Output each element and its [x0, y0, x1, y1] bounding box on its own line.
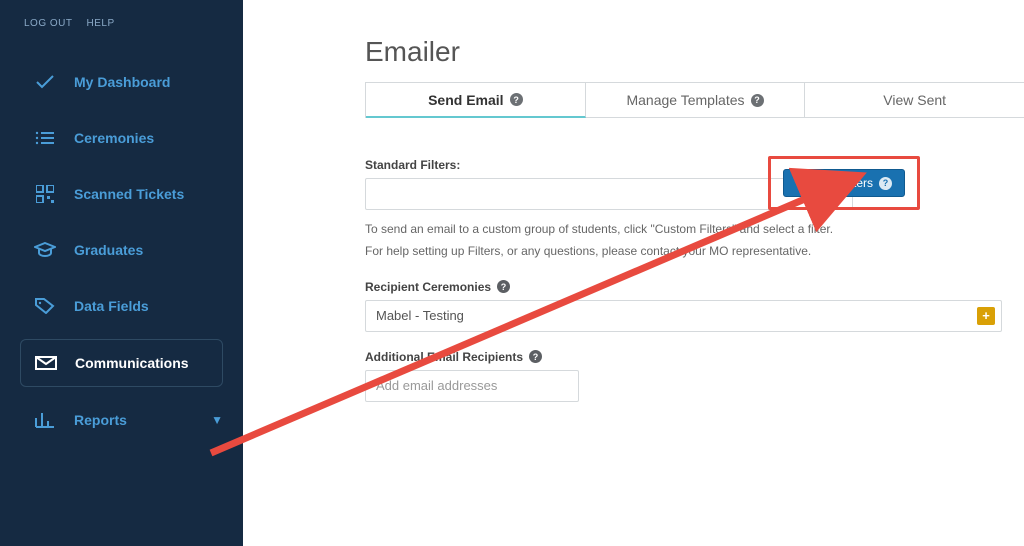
tab-label: Send Email — [428, 92, 503, 108]
custom-filters-button[interactable]: Custom Filters ? — [783, 169, 905, 197]
sidebar-item-scanned-tickets[interactable]: Scanned Tickets — [0, 171, 243, 217]
sidebar-item-data-fields[interactable]: Data Fields — [0, 283, 243, 329]
page-title: Emailer — [243, 36, 1024, 68]
tab-manage-templates[interactable]: Manage Templates ? — [586, 83, 806, 118]
sidebar-item-label: Reports — [74, 412, 127, 428]
sidebar: LOG OUT HELP My Dashboard Ceremonies — [0, 0, 243, 546]
sidebar-item-label: Data Fields — [74, 298, 149, 314]
mail-icon — [35, 354, 57, 372]
tab-label: View Sent — [883, 92, 946, 108]
main-content: Emailer Send Email ? Manage Templates ? … — [243, 0, 1024, 546]
tab-view-sent[interactable]: View Sent — [805, 83, 1024, 118]
sidebar-item-reports[interactable]: Reports ▼ — [0, 397, 243, 443]
qr-icon — [34, 185, 56, 203]
help-icon: ? — [879, 177, 892, 190]
filter-row: Custom Filters ? — [365, 178, 903, 210]
sidebar-item-label: Scanned Tickets — [74, 186, 184, 202]
help-icon[interactable]: ? — [751, 94, 764, 107]
sidebar-item-graduates[interactable]: Graduates — [0, 227, 243, 273]
help-link[interactable]: HELP — [87, 18, 115, 29]
selected-ceremony: Mabel - Testing — [376, 308, 464, 323]
check-icon — [34, 73, 56, 91]
tab-send-email[interactable]: Send Email ? — [366, 83, 586, 118]
chart-icon — [34, 411, 56, 429]
additional-recipients-label: Additional Email Recipients ? — [365, 350, 903, 364]
filter-hint-2: For help setting up Filters, or any ques… — [365, 242, 903, 262]
list-icon — [34, 129, 56, 147]
chevron-down-icon: ▼ — [211, 413, 223, 427]
filter-hint-1: To send an email to a custom group of st… — [365, 220, 903, 240]
help-icon[interactable]: ? — [497, 280, 510, 293]
button-label: Custom Filters — [796, 176, 873, 190]
sidebar-item-label: Ceremonies — [74, 130, 154, 146]
logout-link[interactable]: LOG OUT — [24, 18, 73, 29]
form-area: Standard Filters: Custom Filters ? To se… — [243, 118, 903, 402]
additional-recipients-input[interactable] — [365, 370, 579, 402]
sidebar-item-label: Graduates — [74, 242, 143, 258]
help-icon[interactable]: ? — [510, 93, 523, 106]
recipient-ceremonies-label: Recipient Ceremonies ? — [365, 280, 903, 294]
sidebar-item-label: My Dashboard — [74, 74, 170, 90]
sidebar-item-dashboard[interactable]: My Dashboard — [0, 59, 243, 105]
tab-label: Manage Templates — [626, 92, 744, 108]
sidebar-item-label: Communications — [75, 355, 189, 371]
custom-filters-highlight: Custom Filters ? — [768, 156, 920, 210]
sidebar-item-communications[interactable]: Communications — [20, 339, 223, 387]
recipient-ceremonies-select[interactable]: Mabel - Testing + — [365, 300, 1002, 332]
tag-icon — [34, 297, 56, 315]
add-ceremony-button[interactable]: + — [977, 307, 995, 325]
tabs: Send Email ? Manage Templates ? View Sen… — [365, 82, 1024, 118]
top-links: LOG OUT HELP — [0, 18, 243, 29]
help-icon[interactable]: ? — [529, 350, 542, 363]
sidebar-item-ceremonies[interactable]: Ceremonies — [0, 115, 243, 161]
graduation-icon — [34, 241, 56, 259]
